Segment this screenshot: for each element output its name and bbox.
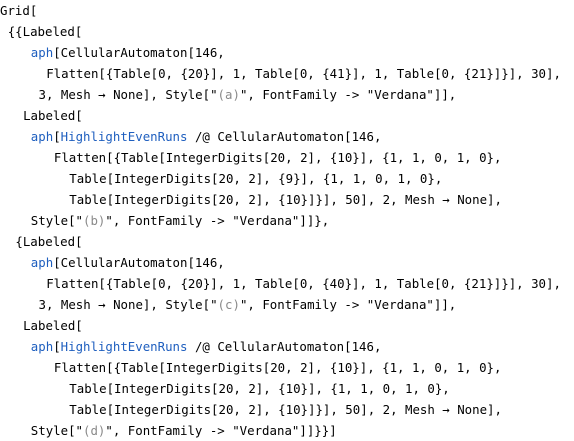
- code-token: /@ CellularAutomaton[146,: [187, 339, 382, 354]
- code-line: 3, Mesh → None], Style["(c)", FontFamily…: [39, 294, 457, 315]
- string-token: (d): [83, 423, 106, 438]
- function-name-token: aph: [30, 129, 54, 144]
- code-cell[interactable]: Grid[{{Labeled[aph[CellularAutomaton[146…: [0, 0, 574, 438]
- code-token: ", FontFamily -> "Verdana"]]},: [105, 213, 330, 228]
- code-line: aph[HighlightEvenRuns /@ CellularAutomat…: [31, 336, 382, 357]
- code-token: [: [53, 339, 61, 354]
- code-token: Style[": [30, 213, 84, 228]
- code-token: Flatten[{Table[IntegerDigits[20, 2], {10…: [53, 150, 502, 165]
- code-token: Table[IntegerDigits[20, 2], {10}], {1, 1…: [69, 381, 450, 396]
- function-name-token: aph: [30, 255, 54, 270]
- code-token: Labeled[: [23, 318, 83, 333]
- code-line: {Labeled[: [15, 231, 82, 252]
- function-name-token: HighlightEvenRuns: [60, 339, 188, 354]
- code-token: {{Labeled[: [7, 24, 83, 39]
- code-token: [: [53, 129, 61, 144]
- code-token: 3, Mesh → None], Style[": [38, 87, 218, 102]
- code-line: Flatten[{Table[IntegerDigits[20, 2], {10…: [54, 357, 502, 378]
- code-token: Flatten[{Table[0, {20}], 1, Table[0, {41…: [46, 66, 561, 81]
- code-token: Style[": [30, 423, 84, 438]
- code-token: Table[IntegerDigits[20, 2], {10}]}], 50]…: [69, 402, 502, 417]
- code-line: Grid[: [0, 0, 37, 21]
- code-token: {Labeled[: [15, 234, 83, 249]
- code-line: {{Labeled[: [8, 21, 83, 42]
- code-line: Style["(b)", FontFamily -> "Verdana"]]},: [31, 210, 329, 231]
- code-line: aph[CellularAutomaton[146,: [31, 252, 225, 273]
- code-line: Labeled[: [23, 315, 83, 336]
- code-line: Flatten[{Table[0, {20}], 1, Table[0, {41…: [46, 63, 561, 84]
- function-name-token: aph: [30, 339, 54, 354]
- code-line: Table[IntegerDigits[20, 2], {10}]}], 50]…: [69, 189, 502, 210]
- code-token: ", FontFamily -> "Verdana"]],: [239, 87, 457, 102]
- function-name-token: HighlightEvenRuns: [60, 129, 188, 144]
- code-line: Flatten[{Table[IntegerDigits[20, 2], {10…: [54, 147, 502, 168]
- code-line: Flatten[{Table[0, {20}], 1, Table[0, {40…: [46, 273, 561, 294]
- code-token: Table[IntegerDigits[20, 2], {9}], {1, 1,…: [69, 171, 443, 186]
- code-token: [CellularAutomaton[146,: [53, 255, 225, 270]
- string-token: (b): [83, 213, 106, 228]
- code-line: Labeled[: [23, 105, 83, 126]
- code-token: ", FontFamily -> "Verdana"]]}}]: [105, 423, 337, 438]
- code-token: /@ CellularAutomaton[146,: [187, 129, 382, 144]
- code-line: Table[IntegerDigits[20, 2], {10}]}], 50]…: [69, 399, 502, 420]
- function-name-token: aph: [30, 45, 54, 60]
- string-token: (c): [217, 297, 240, 312]
- code-line: aph[HighlightEvenRuns /@ CellularAutomat…: [31, 126, 382, 147]
- code-line: Table[IntegerDigits[20, 2], {9}], {1, 1,…: [69, 168, 442, 189]
- code-token: 3, Mesh → None], Style[": [38, 297, 218, 312]
- code-token: Labeled[: [23, 108, 83, 123]
- code-token: [CellularAutomaton[146,: [53, 45, 225, 60]
- code-token: Flatten[{Table[IntegerDigits[20, 2], {10…: [53, 360, 502, 375]
- code-line: Table[IntegerDigits[20, 2], {10}], {1, 1…: [69, 378, 449, 399]
- code-line: 3, Mesh → None], Style["(a)", FontFamily…: [39, 84, 457, 105]
- code-token: Grid[: [0, 3, 38, 18]
- code-token: ", FontFamily -> "Verdana"]],: [239, 297, 457, 312]
- code-token: Table[IntegerDigits[20, 2], {10}]}], 50]…: [69, 192, 502, 207]
- code-token: Flatten[{Table[0, {20}], 1, Table[0, {40…: [46, 276, 561, 291]
- code-line: aph[CellularAutomaton[146,: [31, 42, 225, 63]
- string-token: (a): [217, 87, 240, 102]
